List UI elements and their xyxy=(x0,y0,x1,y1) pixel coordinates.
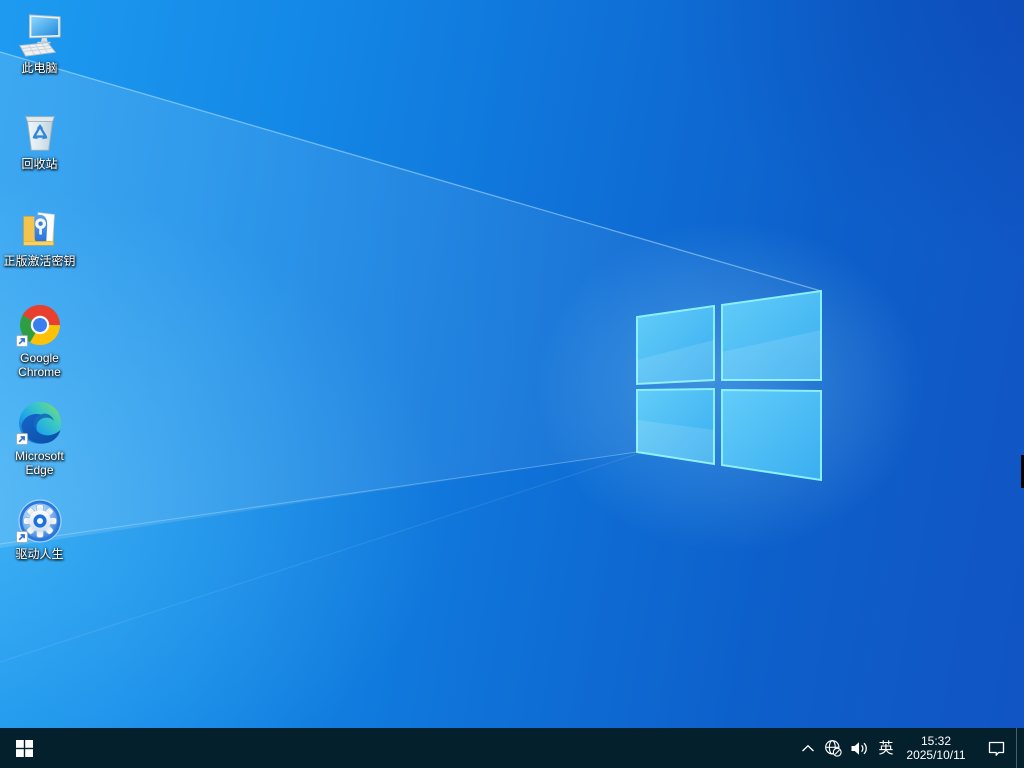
shortcut-arrow-icon xyxy=(15,335,28,347)
chevron-up-icon xyxy=(802,744,814,752)
show-hidden-icons-button[interactable] xyxy=(796,728,820,768)
edge-icon xyxy=(15,400,63,446)
desktop-icon-driver-life[interactable]: 驱动人生 xyxy=(1,498,78,561)
screen: 此电脑 回收站 正版激活密钥 Google Chrome Microsoft E… xyxy=(0,0,1024,768)
recycle-bin-icon xyxy=(17,108,63,154)
wallpaper-light-rays-and-flag xyxy=(0,51,924,663)
desktop-icon-recycle-bin[interactable]: 回收站 xyxy=(1,108,78,171)
desktop-icon-label: 此电脑 xyxy=(21,61,58,75)
desktop-icon-label: Google Chrome xyxy=(18,351,61,379)
taskbar: 英 15:32 2025/10/11 xyxy=(0,728,1024,768)
shortcut-arrow-icon xyxy=(15,433,28,445)
clock-time: 15:32 xyxy=(920,734,952,748)
flag-glow xyxy=(534,221,924,551)
chrome-icon xyxy=(15,302,63,348)
driver-life-gear-icon xyxy=(15,498,63,544)
ime-language-indicator[interactable]: 英 xyxy=(872,728,900,768)
desktop-wallpaper: 此电脑 回收站 正版激活密钥 Google Chrome Microsoft E… xyxy=(0,0,1024,728)
show-desktop-button[interactable] xyxy=(1016,728,1024,768)
speaker-icon xyxy=(851,741,867,755)
volume-button[interactable] xyxy=(846,728,872,768)
globe-no-internet-icon xyxy=(825,740,842,757)
desktop-icon-label: 驱动人生 xyxy=(15,547,64,561)
notification-icon xyxy=(988,741,1004,756)
desktop-icon-google-chrome[interactable]: Google Chrome xyxy=(1,302,78,379)
action-center-button[interactable] xyxy=(976,728,1016,768)
taskbar-clock[interactable]: 15:32 2025/10/11 xyxy=(900,728,972,768)
windows-logo-icon xyxy=(15,739,33,757)
desktop-icon-activation-key-folder[interactable]: 正版激活密钥 xyxy=(1,205,78,268)
this-pc-icon xyxy=(17,12,63,58)
shortcut-arrow-icon xyxy=(15,531,28,543)
desktop-icon-label: Microsoft Edge xyxy=(15,449,64,477)
desktop-icon-this-pc[interactable]: 此电脑 xyxy=(1,12,78,75)
flag-pane-bottom-right xyxy=(721,388,822,482)
taskbar-empty-area xyxy=(48,728,796,768)
desktop-icon-microsoft-edge[interactable]: Microsoft Edge xyxy=(1,400,78,477)
desktop-icon-label: 回收站 xyxy=(21,157,58,171)
clock-date: 2025/10/11 xyxy=(906,748,966,762)
system-tray: 英 15:32 2025/10/11 xyxy=(796,728,1024,768)
desktop-icon-label: 正版激活密钥 xyxy=(3,254,76,268)
start-button[interactable] xyxy=(0,728,48,768)
network-status-button[interactable] xyxy=(820,728,846,768)
folder-icon xyxy=(17,205,63,251)
